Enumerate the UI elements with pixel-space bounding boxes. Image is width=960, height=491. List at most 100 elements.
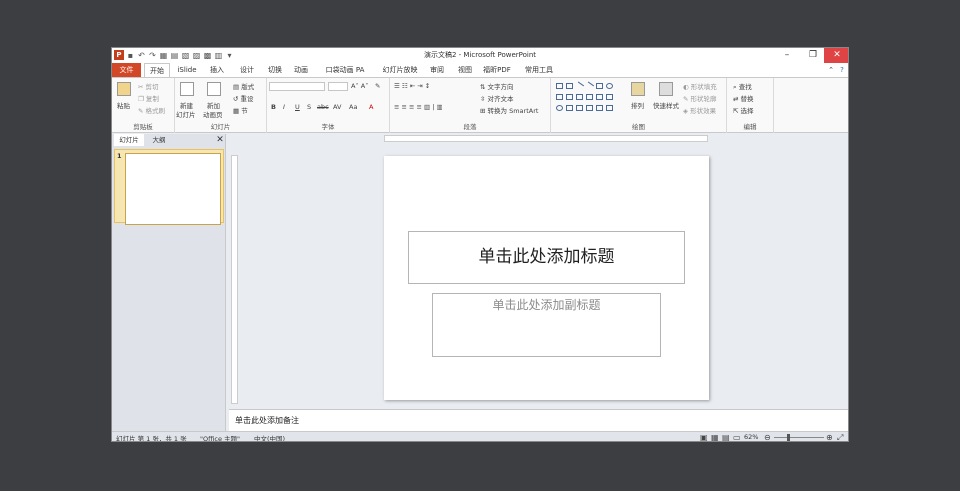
tab-slideshow[interactable]: 幻灯片放映 — [380, 63, 420, 77]
tab-slides-pane[interactable]: 幻灯片 — [114, 134, 144, 146]
close-button[interactable]: ✕ — [824, 48, 848, 63]
theme-status[interactable]: "Office 主题" — [200, 433, 240, 441]
shape-connector-icon[interactable] — [576, 94, 583, 100]
tab-common-tools[interactable]: 常用工具 — [522, 63, 556, 77]
reset-button[interactable]: ↺ 重设 — [233, 93, 254, 103]
reading-view-icon[interactable]: ▤ — [722, 433, 730, 441]
minimize-button[interactable]: – — [774, 48, 800, 63]
shape-arrow-icon[interactable] — [606, 94, 613, 100]
arrange-icon[interactable] — [631, 82, 645, 96]
cut-button[interactable]: ✂ 剪切 — [138, 81, 159, 91]
zoom-in-icon[interactable]: ⊕ — [826, 433, 833, 441]
section-button[interactable]: ▦ 节 — [233, 105, 248, 115]
tab-foxit-pdf[interactable]: 福昕PDF — [481, 63, 513, 77]
slide-thumbnail[interactable] — [125, 153, 221, 225]
help-icon[interactable]: ? — [837, 63, 847, 77]
italic-button[interactable]: I — [283, 103, 285, 111]
slide-thumbnail-selected[interactable]: 1 — [114, 149, 224, 225]
tab-pocket-animation[interactable]: 口袋动画 PA — [320, 63, 370, 77]
zoom-level[interactable]: 62% — [744, 433, 758, 441]
tab-file[interactable]: 文件 — [112, 63, 141, 77]
smartart-button[interactable]: ⊞ 转换为 SmartArt — [480, 105, 538, 115]
char-spacing-button[interactable]: AV — [333, 103, 341, 111]
tab-insert[interactable]: 插入 — [204, 63, 230, 77]
tab-home[interactable]: 开始 — [144, 63, 170, 78]
shape-curve-icon[interactable] — [586, 105, 593, 111]
strikethrough-button[interactable]: abc — [317, 103, 329, 111]
clear-format-icon[interactable]: ✎ — [375, 82, 380, 90]
shape-rectangle-icon[interactable] — [556, 94, 563, 100]
shape-oval-icon[interactable] — [606, 83, 613, 89]
quick-styles-icon[interactable] — [659, 82, 673, 96]
fit-slide-icon[interactable]: ⤢ — [837, 433, 843, 441]
shape-star-icon[interactable] — [606, 105, 613, 111]
title-placeholder[interactable]: 单击此处添加标题 — [408, 231, 685, 284]
select-button[interactable]: ⇱ 选择 — [733, 105, 754, 115]
tab-design[interactable]: 设计 — [234, 63, 260, 77]
notes-pane[interactable]: 单击此处添加备注 — [229, 409, 848, 431]
editing-label: 编辑 — [743, 123, 757, 131]
tab-islide[interactable]: iSlide — [174, 63, 200, 77]
restore-button[interactable]: ❐ — [800, 48, 826, 63]
font-size-select[interactable] — [328, 82, 348, 91]
zoom-slider-handle[interactable] — [787, 434, 790, 441]
tab-transitions[interactable]: 切换 — [262, 63, 288, 77]
tab-review[interactable]: 审阅 — [426, 63, 448, 77]
shape-triangle-icon[interactable] — [566, 94, 573, 100]
grow-font-icon[interactable]: A˄ A˅ — [351, 82, 368, 90]
tab-animations[interactable]: 动画 — [288, 63, 314, 77]
zoom-slider[interactable] — [774, 437, 824, 438]
copy-button[interactable]: ❐ 复制 — [138, 93, 159, 103]
minimize-ribbon-icon[interactable]: ⌃ — [826, 63, 836, 77]
shape-outline-button[interactable]: ✎ 形状轮廓 — [683, 93, 717, 103]
language-status[interactable]: 中文(中国) — [254, 433, 285, 441]
find-button[interactable]: ⌕ 查找 — [733, 81, 752, 92]
shape-oval-icon[interactable] — [556, 105, 563, 111]
shape-brace-icon[interactable] — [596, 105, 603, 111]
shape-effects-button[interactable]: ◈ 形状效果 — [683, 105, 716, 115]
shape-curve-icon[interactable] — [576, 105, 583, 111]
new-animation-page-icon[interactable] — [207, 82, 221, 96]
new-slide-label2[interactable]: 幻灯片 — [176, 109, 196, 119]
quick-styles-button[interactable]: 快速样式 — [653, 100, 679, 110]
new-slide-icon[interactable] — [180, 82, 194, 96]
shape-line-icon[interactable] — [584, 81, 595, 91]
tab-outline-pane[interactable]: 大纲 — [144, 134, 174, 146]
normal-view-icon[interactable]: ▣ — [700, 433, 708, 441]
subtitle-placeholder[interactable]: 单击此处添加副标题 — [432, 293, 661, 357]
shape-textbox-icon[interactable] — [556, 83, 563, 89]
shape-textbox-icon[interactable] — [566, 83, 573, 89]
arrange-button[interactable]: 排列 — [631, 100, 644, 110]
zoom-out-icon[interactable]: ⊖ — [764, 433, 771, 441]
text-direction-button[interactable]: ⇅ 文字方向 — [480, 81, 514, 91]
align-icons[interactable]: ≡ ≡ ≡ ≡ ▥ | ▥ — [394, 103, 443, 111]
tab-view[interactable]: 视图 — [454, 63, 476, 77]
font-color-button[interactable]: A — [369, 103, 373, 111]
change-case-button[interactable]: Aa — [349, 103, 357, 111]
shape-arrow-icon[interactable] — [596, 94, 603, 100]
font-name-select[interactable] — [269, 82, 325, 91]
replace-button[interactable]: ⇄ 替换 — [733, 93, 754, 103]
format-painter-button[interactable]: ✎ 格式刷 — [138, 105, 165, 115]
bullets-icon[interactable]: ☰ ☷ ⇤ ⇥ ↕ — [394, 82, 430, 90]
layout-button[interactable]: ▤ 版式 — [233, 81, 254, 91]
shape-fill-button[interactable]: ◐ 形状填充 — [683, 81, 717, 91]
vertical-scrollbar[interactable] — [840, 134, 848, 409]
bold-button[interactable]: B — [271, 103, 276, 111]
shape-connector-icon[interactable] — [586, 94, 593, 100]
shape-rectangle-icon[interactable] — [596, 83, 603, 89]
close-pane-icon[interactable]: ✕ — [215, 134, 225, 146]
slide-canvas[interactable]: 单击此处添加标题 单击此处添加副标题 — [384, 156, 709, 400]
paste-icon[interactable] — [117, 82, 131, 96]
paste-button[interactable]: 粘贴 — [117, 100, 130, 110]
slide-sorter-icon[interactable]: ▦ — [711, 433, 719, 441]
align-text-button[interactable]: ⇳ 对齐文本 — [480, 93, 514, 103]
slideshow-icon[interactable]: ▭ — [733, 433, 741, 441]
notes-placeholder[interactable]: 单击此处添加备注 — [235, 415, 299, 426]
shape-triangle-icon[interactable] — [566, 105, 573, 111]
clipboard-label: 剪贴板 — [133, 123, 153, 131]
shadow-button[interactable]: S — [307, 103, 311, 111]
new-animation-label2[interactable]: 动画页 — [203, 109, 223, 119]
underline-button[interactable]: U — [295, 103, 300, 111]
shape-line-icon[interactable] — [574, 81, 585, 91]
